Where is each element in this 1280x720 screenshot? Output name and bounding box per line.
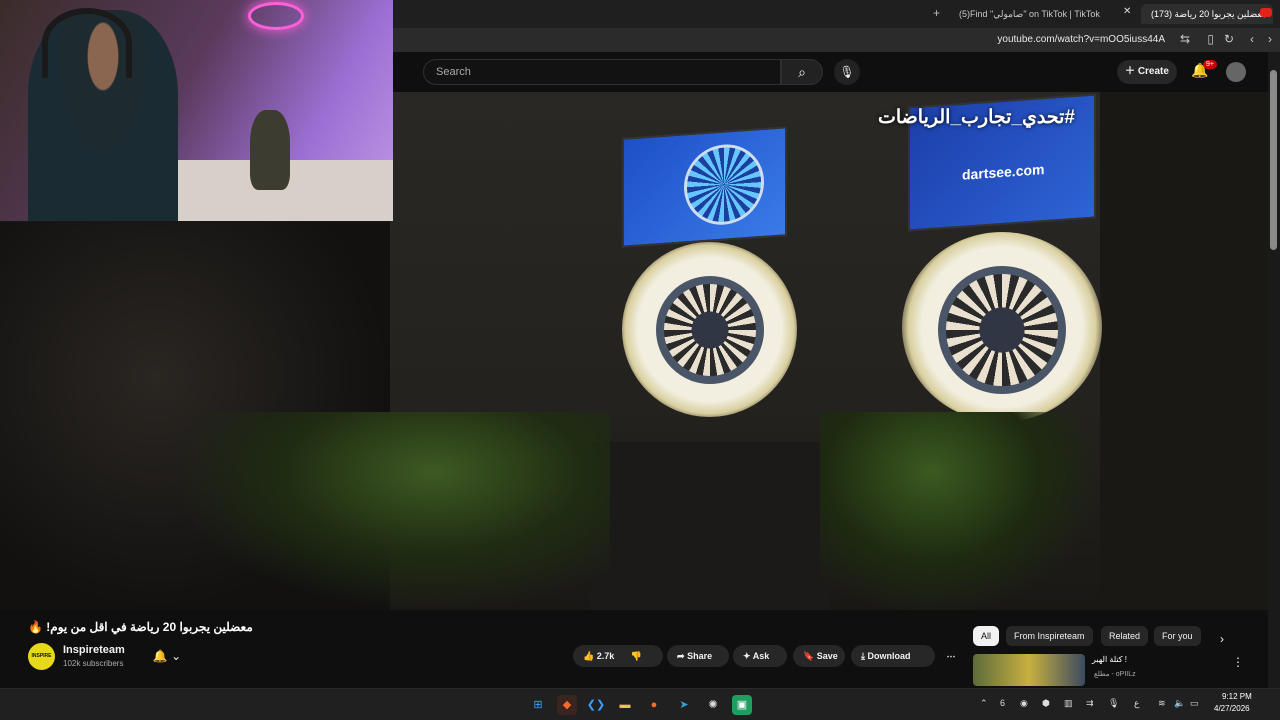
save-label: Save <box>816 651 838 661</box>
tray-app-icon[interactable]: ⇉ <box>1086 698 1094 709</box>
whatsapp-icon[interactable]: ▣ <box>732 695 752 715</box>
volume-icon[interactable]: 🔈 <box>1174 698 1185 709</box>
file-explorer-icon[interactable]: ▬ <box>615 695 635 715</box>
headset <box>42 8 132 78</box>
create-button[interactable]: ＋ Create <box>1117 60 1177 84</box>
microphone-icon[interactable]: 🎙 <box>1108 698 1119 709</box>
reload-icon[interactable]: ↻ <box>1224 32 1234 46</box>
channel-avatar[interactable]: INSPIRE <box>28 643 55 670</box>
kebab-menu-icon[interactable]: ⋮ <box>1232 655 1244 669</box>
ask-button[interactable]: ✦ Ask <box>733 645 787 667</box>
screen-logo-text: dartsee.com <box>962 161 1045 183</box>
ask-label: Ask <box>752 651 770 661</box>
tray-app-icon[interactable]: 6 <box>1000 698 1005 708</box>
chevron-right-icon[interactable]: › <box>1220 632 1224 646</box>
notification-count-badge: 9+ <box>1203 60 1217 69</box>
windows-taskbar: ⊞ ◆ ❮❯ ▬ ● ➤ ✺ ▣ ⌃ 6 ◉ ⬢ ▥ ⇉ 🎙 ع ≋ 🔈 ▭ 9… <box>0 688 1280 720</box>
youtube-header: Search ⌕ 🎙 ＋ Create 🔔 9+ <box>393 52 1268 92</box>
account-avatar[interactable] <box>1226 62 1246 82</box>
clock-date[interactable]: 4/27/2026 <box>1214 704 1250 713</box>
brave-browser-icon[interactable]: ◆ <box>557 695 577 715</box>
search-input[interactable]: Search <box>423 59 781 85</box>
subscription-bell-button[interactable]: 🔔 ⌄ <box>142 645 192 667</box>
search-button[interactable]: ⌕ <box>781 59 823 85</box>
tray-app-icon[interactable]: ⬢ <box>1042 698 1050 709</box>
video-shelf <box>590 442 830 610</box>
chip-for-you[interactable]: For you <box>1154 626 1201 646</box>
close-tab-icon[interactable]: ✕ <box>1123 6 1131 17</box>
tray-app-icon[interactable]: ◉ <box>1020 698 1028 709</box>
create-label: Create <box>1137 66 1169 77</box>
thumbs-down-icon[interactable]: 👎 <box>631 651 642 661</box>
plant-left <box>170 412 610 610</box>
video-hashtag-overlay: #تحدي_تجارب_الرياضات <box>878 107 1075 128</box>
more-actions-button[interactable]: ⋯ <box>940 645 962 667</box>
chip-related[interactable]: Related <box>1101 626 1149 646</box>
recommended-video-channel: مطلع - oPIILz <box>1094 671 1136 678</box>
plus-icon: ＋ <box>1125 66 1136 77</box>
save-button[interactable]: 🔖 Save <box>793 645 845 667</box>
wifi-icon[interactable]: ≋ <box>1158 698 1166 709</box>
chatgpt-icon[interactable]: ✺ <box>703 695 723 715</box>
browser-tab-bar: + (5)Find "صامولي" on TikTok | TikTok ✕ … <box>393 0 1280 28</box>
language-indicator[interactable]: ع <box>1134 698 1139 709</box>
bookmark-icon[interactable]: ▯ <box>1207 32 1214 46</box>
share-button[interactable]: ➦ Share <box>667 645 729 667</box>
dartboard-left <box>656 276 764 384</box>
webcam-vase <box>250 110 290 190</box>
chip-from-channel[interactable]: From Inspireteam <box>1006 626 1093 646</box>
tv-screen-left <box>622 126 787 248</box>
recommended-video-thumbnail[interactable] <box>973 654 1085 686</box>
recommended-video-title[interactable]: كتلة الهبر ! <box>1092 655 1127 664</box>
download-label: Download <box>867 651 911 661</box>
back-icon[interactable]: ‹ <box>1250 32 1254 46</box>
like-count: 2.7k <box>596 651 615 661</box>
bookmark-icon: 🔖 <box>803 651 815 661</box>
chevron-down-icon: ⌄ <box>171 649 182 663</box>
tray-app-icon[interactable]: ▥ <box>1064 698 1073 709</box>
sparkle-icon: ✦ <box>743 651 751 661</box>
bell-icon: 🔔 <box>152 649 168 663</box>
tab-youtube-active[interactable]: (173) معضلين يجربوا 20 رياضة <box>1141 4 1273 24</box>
voice-search-button[interactable]: 🎙 <box>834 59 860 85</box>
site-settings-icon[interactable]: ⇆ <box>1180 32 1190 46</box>
webcam-overlay <box>0 0 393 221</box>
battery-icon[interactable]: ▭ <box>1190 698 1199 709</box>
channel-name[interactable]: Inspireteam <box>63 644 125 656</box>
like-button[interactable]: 👍 2.7k 👎 <box>573 645 663 667</box>
url-text[interactable]: youtube.com/watch?v=mOO5iuss44A <box>997 34 1165 45</box>
share-label: Share <box>687 651 713 661</box>
dartboard-graphic-icon <box>684 141 764 228</box>
windows-start-icon[interactable]: ⊞ <box>528 695 548 715</box>
download-button[interactable]: ⤓ Download <box>851 645 935 667</box>
telegram-icon[interactable]: ➤ <box>674 695 694 715</box>
search-icon: ⌕ <box>798 64 806 80</box>
mic-icon: 🎙 <box>839 65 855 79</box>
address-bar[interactable]: youtube.com/watch?v=mOO5iuss44A ⇆ ▯ ↻ ‹ … <box>393 28 1280 52</box>
tab-tiktok[interactable]: (5)Find "صامولي" on TikTok | TikTok <box>953 4 1103 24</box>
neon-planet-lamp <box>248 2 304 30</box>
clock-time[interactable]: 9:12 PM <box>1222 692 1252 701</box>
vscode-icon[interactable]: ❮❯ <box>586 695 606 715</box>
chip-all[interactable]: All <box>973 626 1000 646</box>
youtube-favicon-icon <box>1260 8 1272 17</box>
firefox-icon[interactable]: ● <box>644 695 664 715</box>
dartboard-right <box>938 266 1066 394</box>
new-tab-button[interactable]: + <box>933 6 940 20</box>
download-icon: ⤓ <box>861 651 865 661</box>
thumbs-up-icon: 👍 <box>583 651 595 661</box>
scrollbar-thumb[interactable] <box>1270 70 1277 250</box>
tray-expand-icon[interactable]: ⌃ <box>980 698 988 709</box>
video-title: 🔥 !معضلين يجربوا 20 رياضة في اقل من يوم <box>28 620 253 634</box>
subscriber-count: 102k subscribers <box>63 659 124 668</box>
forward-icon[interactable]: › <box>1268 32 1272 46</box>
plant-right <box>820 412 1100 610</box>
share-icon: ➦ <box>677 651 685 661</box>
